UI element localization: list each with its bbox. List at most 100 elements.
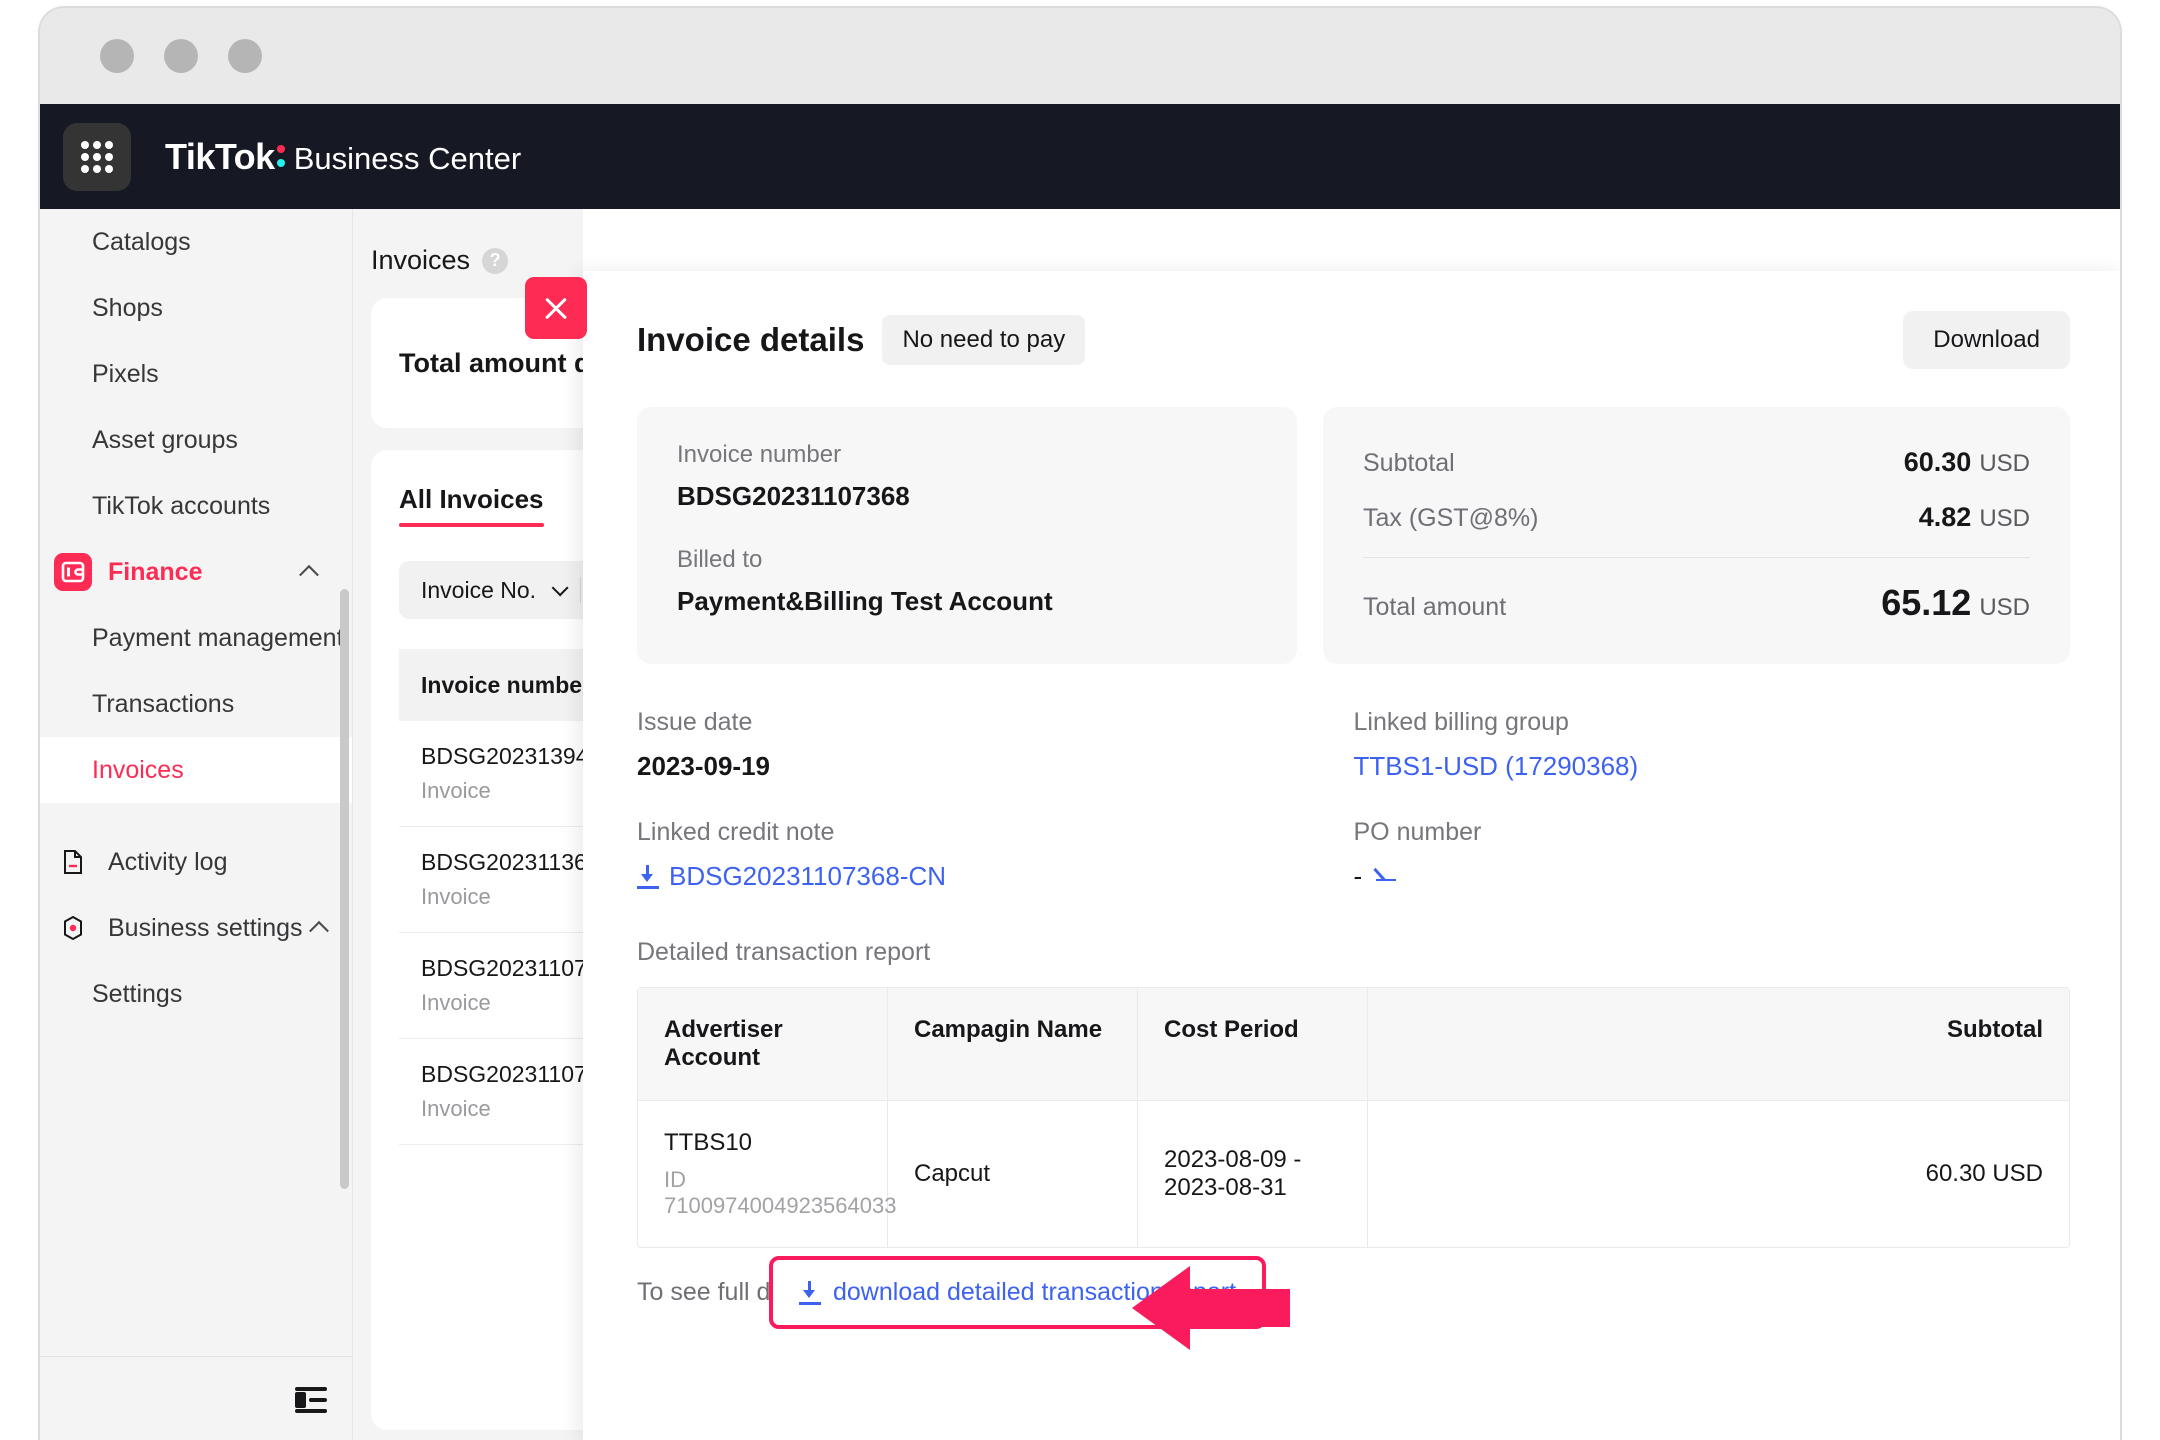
document-icon [54, 843, 92, 881]
tab-label: All Invoices [399, 484, 544, 514]
sidebar-item-label: Settings [92, 980, 182, 1009]
edit-pencil-icon[interactable] [1374, 865, 1398, 889]
invoice-type: Invoice [421, 778, 583, 804]
linked-credit-note-link[interactable]: BDSG20231107368-CN [637, 861, 1354, 892]
tax-label: Tax (GST@8%) [1363, 504, 1538, 533]
sidebar-item-shops[interactable]: Shops [40, 275, 352, 341]
transaction-report-table: Advertiser Account Campagin Name Cost Pe… [637, 987, 2070, 1248]
sidebar: Catalogs Shops Pixels Asset groups TikTo… [40, 209, 353, 1440]
cell-cost-period: 2023-08-09 - 2023-08-31 [1138, 1100, 1368, 1247]
sidebar-item-label: Asset groups [92, 426, 238, 455]
sidebar-item-label: Payment management [92, 624, 344, 653]
invoices-table-card: All Invoices Unpaid ( Invoice No. Search [371, 450, 583, 1430]
invoice-type: Invoice [421, 1096, 583, 1122]
help-icon[interactable]: ? [482, 248, 508, 274]
sidebar-item-settings[interactable]: Settings [40, 961, 352, 1027]
search-field-selector[interactable]: Invoice No. [421, 577, 536, 604]
invoice-number-value: BDSG20231107368 [677, 481, 1257, 512]
window-maximize-dot[interactable] [228, 39, 262, 73]
linked-billing-group-value: TTBS1-USD (17290368) [1354, 751, 1639, 782]
linked-credit-note-value: BDSG20231107368-CN [669, 861, 946, 892]
issue-date-field: Issue date 2023-09-19 [637, 708, 1354, 782]
sidebar-item-business-settings[interactable]: Business settings [40, 895, 352, 961]
invoice-number: BDSG20231136555 [421, 849, 583, 876]
sidebar-item-transactions[interactable]: Transactions [40, 671, 352, 737]
sidebar-item-label: Activity log [108, 848, 227, 877]
sidebar-item-catalogs[interactable]: Catalogs [40, 209, 352, 275]
sidebar-item-label: Shops [92, 294, 163, 323]
cell-subtotal: 60.30 USD [1368, 1100, 2069, 1247]
annotation-arrow-left-icon [1132, 1263, 1292, 1353]
invoice-details-title: Invoice details [637, 321, 864, 359]
brand-colon-icon [277, 143, 288, 169]
window-close-dot[interactable] [100, 39, 134, 73]
status-badge: No need to pay [882, 315, 1085, 365]
po-number-value: - [1354, 861, 1363, 892]
invoice-number: BDSG20231394662 [421, 743, 583, 770]
chevron-up-icon[interactable] [299, 565, 319, 585]
linked-credit-note-field: Linked credit note BDSG20231107368-CN [637, 818, 1354, 892]
tab-all-invoices[interactable]: All Invoices [399, 484, 544, 527]
list-item[interactable]: BDSG20231136555 Invoice [399, 827, 583, 933]
list-item[interactable]: BDSG20231107358 Invoice [399, 1039, 583, 1145]
sidebar-item-invoices[interactable]: Invoices [40, 737, 352, 803]
cell-advertiser-account: TTBS10 ID 7100974004923564033 [638, 1100, 888, 1247]
invoice-table-header: Invoice number [399, 649, 583, 721]
table-row: TTBS10 ID 7100974004923564033 Capcut 202… [638, 1100, 2069, 1247]
linked-billing-group-link[interactable]: TTBS1-USD (17290368) [1354, 751, 2071, 782]
linked-credit-note-label: Linked credit note [637, 818, 1354, 847]
total-amount-value: 65.12 [1881, 582, 1971, 624]
po-number-value-row: - [1354, 861, 2071, 892]
invoice-number-label: Invoice number [677, 441, 1257, 469]
issue-date-label: Issue date [637, 708, 1354, 737]
sidebar-item-tiktok-accounts[interactable]: TikTok accounts [40, 473, 352, 539]
invoice-amounts-card: Subtotal 60.30 USD Tax (GST@8%) 4.82 USD… [1323, 407, 2070, 664]
sidebar-footer [40, 1356, 353, 1440]
sidebar-item-pixels[interactable]: Pixels [40, 341, 352, 407]
close-icon[interactable] [525, 277, 587, 339]
invoice-details-header: Invoice details No need to pay Download [637, 311, 2070, 369]
chevron-up-icon[interactable] [309, 921, 329, 941]
invoice-search-bar[interactable]: Invoice No. Search [399, 561, 583, 619]
invoice-tabs: All Invoices Unpaid ( [399, 484, 583, 527]
sidebar-item-payment-management[interactable]: Payment management [40, 605, 352, 671]
total-amount-currency: USD [1979, 594, 2030, 622]
divider [580, 577, 581, 603]
billed-to-label: Billed to [677, 546, 1257, 574]
sidebar-item-activity-log[interactable]: Activity log [40, 829, 352, 895]
invoice-details-panel: Invoice details No need to pay Download … [583, 271, 2122, 1440]
total-amount-row: Total amount 65.12 USD [1363, 570, 2030, 636]
sidebar-item-label: Finance [108, 558, 202, 587]
sidebar-item-label: Business settings [108, 914, 303, 943]
download-button[interactable]: Download [1903, 311, 2070, 369]
browser-window: TikTok Business Center Catalogs Shops Pi… [38, 6, 2122, 1440]
chevron-down-icon[interactable] [552, 579, 569, 596]
total-amount-due-label: Total amount due [399, 348, 583, 379]
brand-name: TikTok [165, 136, 275, 178]
column-header-subtotal: Subtotal [1368, 988, 2069, 1100]
window-minimize-dot[interactable] [164, 39, 198, 73]
invoice-identity-card: Invoice number BDSG20231107368 Billed to… [637, 407, 1297, 664]
invoices-list-panel: Invoices ? Total amount due ? - All Invo… [353, 209, 583, 1440]
tax-currency: USD [1979, 505, 2030, 533]
subtotal-label: Subtotal [1363, 449, 1455, 478]
collapse-sidebar-icon[interactable] [295, 1387, 327, 1413]
billed-to-value: Payment&Billing Test Account [677, 586, 1257, 617]
sidebar-item-asset-groups[interactable]: Asset groups [40, 407, 352, 473]
divider [1363, 557, 2030, 558]
column-header-advertiser-account: Advertiser Account [638, 988, 888, 1100]
sidebar-scrollbar[interactable] [340, 589, 349, 1189]
subtotal-row: Subtotal 60.30 USD [1363, 435, 2030, 490]
sidebar-item-finance[interactable]: Finance [40, 539, 352, 605]
list-item[interactable]: BDSG20231107368 Invoice [399, 933, 583, 1039]
column-header-cost-period: Cost Period [1138, 988, 1368, 1100]
sidebar-item-label: Catalogs [92, 228, 191, 257]
subtotal-value: 60.30 [1904, 447, 1972, 478]
invoice-number: BDSG20231107358 [421, 1061, 583, 1088]
advertiser-account-name: TTBS10 [664, 1129, 861, 1157]
sidebar-item-label: Invoices [92, 756, 184, 785]
detailed-transaction-report-label: Detailed transaction report [637, 938, 2070, 967]
brand-logo[interactable]: TikTok Business Center [165, 136, 521, 178]
apps-grid-icon[interactable] [63, 123, 131, 191]
list-item[interactable]: BDSG20231394662 Invoice [399, 721, 583, 827]
